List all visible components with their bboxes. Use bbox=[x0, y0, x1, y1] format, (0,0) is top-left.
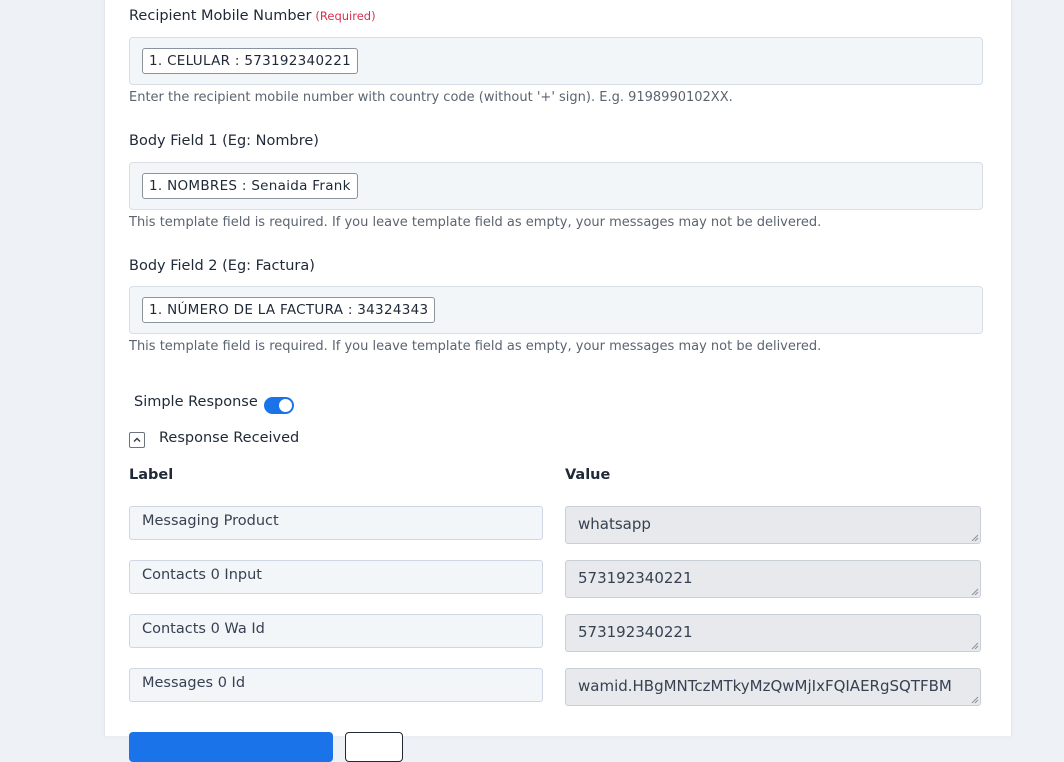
primary-action-button[interactable] bbox=[129, 732, 333, 762]
response-label-field: Contacts 0 Wa Id bbox=[129, 614, 543, 648]
response-value-text: whatsapp bbox=[578, 515, 651, 533]
simple-response-label: Simple Response bbox=[134, 394, 258, 410]
secondary-action-button[interactable] bbox=[345, 732, 403, 762]
body-field-2-mapped-value-pill[interactable]: 1. NÚMERO DE LA FACTURA : 34324343 bbox=[142, 297, 436, 323]
response-label-field: Contacts 0 Input bbox=[129, 560, 543, 594]
toggle-knob bbox=[279, 399, 292, 412]
chevron-up-icon bbox=[133, 437, 141, 443]
response-value-text: 573192340221 bbox=[578, 623, 693, 641]
response-value-field[interactable]: whatsapp bbox=[565, 506, 981, 544]
resize-grip-icon[interactable] bbox=[971, 534, 979, 542]
response-collapse-button[interactable] bbox=[129, 432, 145, 448]
recipient-mobile-input[interactable]: 1. CELULAR : 573192340221 bbox=[129, 37, 983, 85]
recipient-label-text: Recipient Mobile Number bbox=[129, 8, 312, 24]
form-panel: Recipient Mobile Number (Required) 1. CEL… bbox=[104, 0, 1012, 762]
simple-response-toggle[interactable] bbox=[264, 397, 294, 414]
response-value-text: wamid.HBgMNTczMTkyMzQwMjIxFQIAERgSQTFBM bbox=[578, 677, 952, 695]
body-field-1-mapped-value-pill[interactable]: 1. NOMBRES : Senaida Frank bbox=[142, 173, 358, 199]
response-value-field[interactable]: 573192340221 bbox=[565, 614, 981, 652]
resize-grip-icon[interactable] bbox=[971, 696, 979, 704]
response-value-field[interactable]: 573192340221 bbox=[565, 560, 981, 598]
response-label-field: Messaging Product bbox=[129, 506, 543, 540]
recipient-mapped-value-pill[interactable]: 1. CELULAR : 573192340221 bbox=[142, 48, 359, 74]
label-column-header: Label bbox=[129, 467, 174, 483]
response-value-text: 573192340221 bbox=[578, 569, 693, 587]
response-value-field[interactable]: wamid.HBgMNTczMTkyMzQwMjIxFQIAERgSQTFBM bbox=[565, 668, 981, 706]
value-column-header: Value bbox=[565, 467, 611, 483]
recipient-field-label: Recipient Mobile Number (Required) bbox=[129, 8, 376, 24]
response-label-field: Messages 0 Id bbox=[129, 668, 543, 702]
body-field-2-help-text: This template field is required. If you … bbox=[129, 339, 822, 354]
recipient-help-text: Enter the recipient mobile number with c… bbox=[129, 90, 733, 105]
response-received-title: Response Received bbox=[159, 430, 300, 446]
resize-grip-icon[interactable] bbox=[971, 588, 979, 596]
required-indicator: (Required) bbox=[315, 9, 376, 23]
body-field-1-input[interactable]: 1. NOMBRES : Senaida Frank bbox=[129, 162, 983, 210]
body-field-1-label: Body Field 1 (Eg: Nombre) bbox=[129, 133, 319, 149]
resize-grip-icon[interactable] bbox=[971, 642, 979, 650]
body-field-1-help-text: This template field is required. If you … bbox=[129, 215, 822, 230]
body-field-2-label: Body Field 2 (Eg: Factura) bbox=[129, 258, 315, 274]
body-field-2-input[interactable]: 1. NÚMERO DE LA FACTURA : 34324343 bbox=[129, 286, 983, 334]
